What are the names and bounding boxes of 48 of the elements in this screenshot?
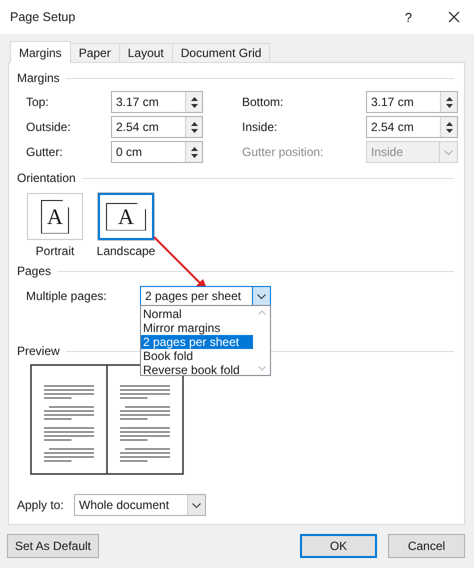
field-label: Multiple pages: (26, 288, 108, 305)
spin-field[interactable]: 0 cm (111, 141, 203, 163)
list-option[interactable]: Mirror margins (141, 321, 253, 335)
window-title: Page Setup (10, 10, 76, 24)
spinner-icon[interactable] (185, 92, 202, 112)
spin-field[interactable]: 3.17 cm (366, 91, 458, 113)
field-label: Outside: (26, 119, 72, 136)
list-option[interactable]: 2 pages per sheet (141, 335, 253, 349)
section-heading: Preview (17, 344, 60, 358)
list-option[interactable]: Reverse book fold (141, 363, 253, 377)
dialog-button[interactable]: OK (300, 534, 377, 558)
orientation-label: Landscape (96, 244, 156, 258)
section-heading: Pages (17, 264, 52, 278)
dropdown-field[interactable]: Whole document (74, 494, 206, 516)
dialog-button[interactable]: Cancel (388, 534, 465, 558)
tab[interactable]: Margins (10, 41, 71, 63)
chevron-icon (444, 150, 453, 154)
chevron-icon (257, 294, 266, 298)
field-label: Inside: (242, 119, 278, 136)
spinner-icon[interactable] (440, 117, 457, 137)
help-button[interactable]: ? (404, 10, 412, 24)
dialog-button[interactable]: Set As Default (7, 534, 99, 558)
spinner-icon[interactable] (185, 117, 202, 137)
field-label: Apply to: (17, 497, 65, 514)
section-heading: Margins (17, 71, 60, 85)
close-icon[interactable] (448, 11, 460, 23)
section-heading: Orientation (17, 171, 76, 185)
list-option[interactable]: Book fold (141, 349, 253, 363)
landscape-button[interactable]: A (98, 193, 154, 240)
portrait-button[interactable]: A (27, 193, 83, 240)
field-label: Top: (26, 94, 50, 111)
chevron-icon (192, 502, 201, 508)
orientation-label: Portrait (36, 244, 74, 258)
spinner-icon[interactable] (185, 142, 202, 162)
spin-field[interactable]: 2.54 cm (111, 116, 203, 138)
dropdown-field[interactable]: 2 pages per sheet (140, 286, 271, 306)
spin-field[interactable]: 3.17 cm (111, 91, 203, 113)
landscape-page-icon: A (106, 202, 146, 230)
field-label: Bottom: (242, 94, 284, 111)
tab[interactable]: Paper (70, 43, 120, 62)
field-label: Gutter position: (242, 144, 324, 161)
spin-field[interactable]: 2.54 cm (366, 116, 458, 138)
portrait-page-icon: A (41, 200, 69, 234)
list-option[interactable]: Normal (141, 307, 253, 321)
spinner-icon[interactable] (440, 92, 457, 112)
tab[interactable]: Document Grid (172, 43, 270, 62)
tab[interactable]: Layout (118, 43, 173, 62)
field-label: Gutter: (26, 144, 64, 161)
